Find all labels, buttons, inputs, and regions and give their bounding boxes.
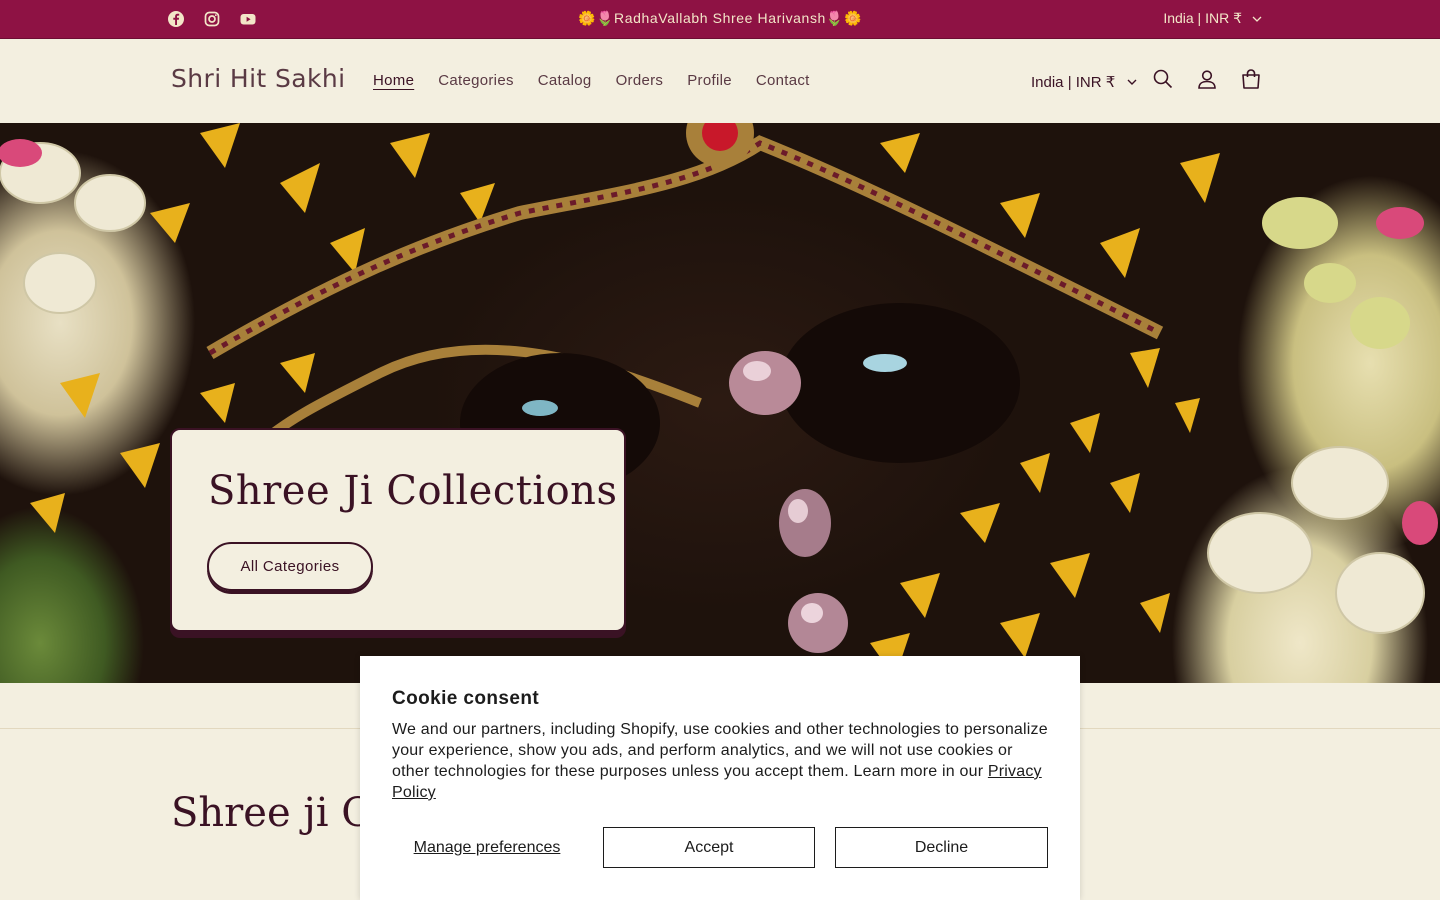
hero-card: Shree Ji Collections All Categories: [170, 428, 626, 632]
cookie-body-text: We and our partners, including Shopify, …: [392, 721, 1048, 780]
site-logo[interactable]: Shri Hit Sakhi: [171, 64, 345, 93]
chevron-down-icon: [1127, 79, 1137, 85]
chevron-down-icon: [1252, 16, 1262, 22]
hero-title: Shree Ji Collections: [208, 468, 618, 514]
hero-banner: Shree Ji Collections All Categories: [0, 123, 1440, 683]
nav-item-catalog[interactable]: Catalog: [538, 72, 592, 89]
cookie-title: Cookie consent: [392, 688, 540, 709]
nav-item-orders[interactable]: Orders: [616, 72, 664, 89]
header-country-selector[interactable]: India | INR ₹: [1031, 73, 1137, 91]
cookie-consent-dialog: Cookie consent We and our partners, incl…: [360, 656, 1080, 900]
manage-preferences-button[interactable]: Manage preferences: [392, 827, 582, 868]
account-icon[interactable]: [1196, 68, 1218, 90]
header-country-label: India | INR ₹: [1031, 74, 1116, 91]
nav-item-home[interactable]: Home: [373, 72, 414, 89]
search-icon[interactable]: [1152, 68, 1174, 90]
nav-item-contact[interactable]: Contact: [756, 72, 810, 89]
main-nav: Home Categories Catalog Orders Profile C…: [373, 72, 810, 89]
section-title: Shree ji Collections: [171, 790, 361, 836]
accept-button[interactable]: Accept: [603, 827, 815, 868]
announcement-country-label: India | INR ₹: [1163, 10, 1242, 26]
cookie-body: We and our partners, including Shopify, …: [392, 719, 1052, 803]
decline-button[interactable]: Decline: [835, 827, 1048, 868]
nav-item-profile[interactable]: Profile: [687, 72, 732, 89]
announcement-bar: 🌼🌷RadhaVallabh Shree Harivansh🌷🌼 India |…: [0, 0, 1440, 39]
site-header: Shri Hit Sakhi Home Categories Catalog O…: [0, 39, 1440, 123]
header-icons: [1152, 68, 1262, 90]
cart-icon[interactable]: [1240, 68, 1262, 90]
nav-item-categories[interactable]: Categories: [438, 72, 514, 89]
announcement-country-selector[interactable]: India | INR ₹: [1163, 10, 1262, 27]
all-categories-button[interactable]: All Categories: [207, 542, 373, 591]
